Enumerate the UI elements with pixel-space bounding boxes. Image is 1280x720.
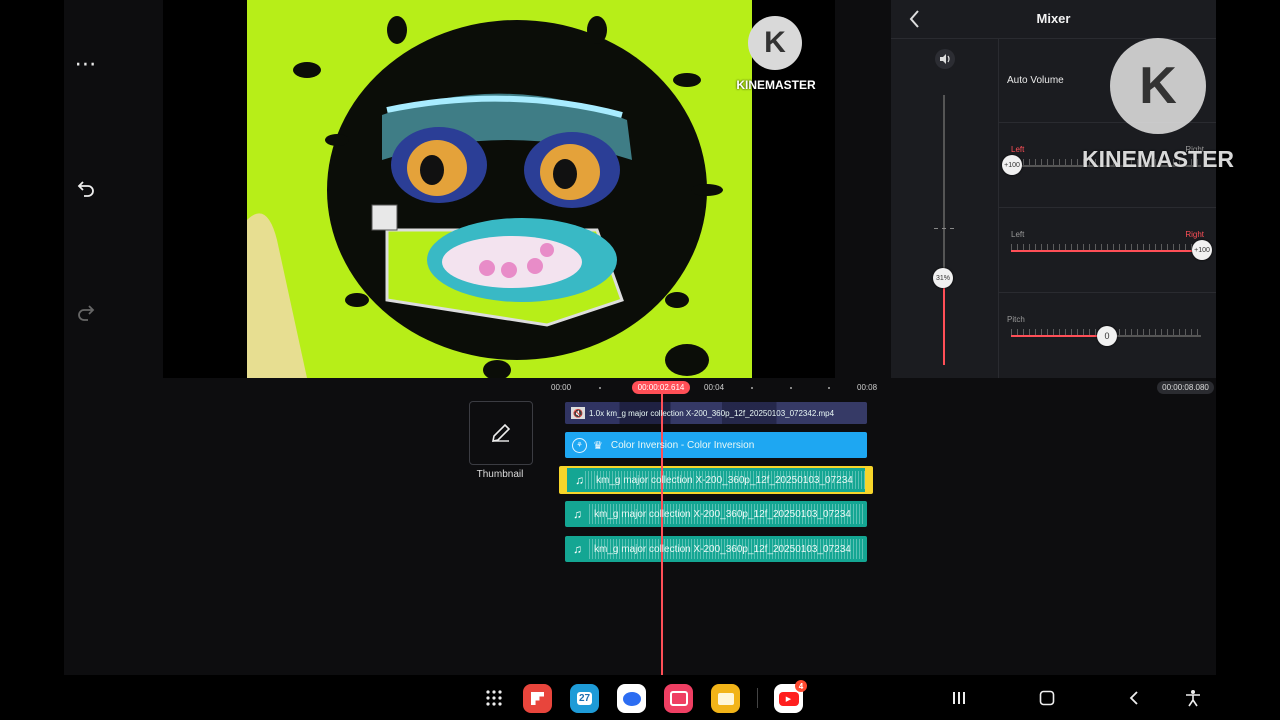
auto-volume-label: Auto Volume: [1007, 75, 1064, 86]
total-duration: 00:00:08.080: [1157, 381, 1214, 394]
accessibility-icon: [1186, 690, 1200, 707]
music-note-icon: ♫: [575, 473, 584, 487]
thumbnail-label: Thumbnail: [476, 469, 524, 480]
undo-button[interactable]: [64, 168, 108, 208]
apps-grid-icon: [486, 690, 502, 706]
effect-track[interactable]: ⚘ ♛ Color Inversion - Color Inversion: [565, 432, 867, 458]
music-note-icon: ♫: [573, 507, 582, 521]
ruler-tick: [599, 387, 601, 389]
pitch-row: Pitch 0: [999, 293, 1216, 378]
premium-crown-icon: ♛: [593, 439, 603, 452]
pan-left-value: +100: [1004, 161, 1020, 169]
pan-left-left-label: Left: [1011, 145, 1025, 154]
pitch-fill: [1011, 335, 1106, 337]
files-app[interactable]: [711, 684, 740, 713]
pitch-knob[interactable]: 0: [1097, 326, 1117, 346]
audio-track[interactable]: ♫ km_g major collection X-200_360p_12f_2…: [565, 501, 867, 527]
mixer-title: Mixer: [1036, 11, 1071, 26]
watermark-logo-letter: K: [764, 26, 786, 59]
pan-right-value: +100: [1194, 246, 1210, 254]
notification-badge: 4: [795, 680, 807, 692]
recents-icon: [953, 692, 965, 704]
volume-slider[interactable]: 31%: [933, 95, 954, 365]
playhead[interactable]: [661, 394, 663, 675]
redo-icon: [78, 305, 95, 321]
home-icon: [1039, 690, 1055, 706]
audio-track[interactable]: ♫ km_g major collection X-200_360p_12f_2…: [565, 536, 867, 562]
calendar-app[interactable]: 27: [570, 684, 599, 713]
pan-right-fill: [1011, 250, 1201, 252]
video-clip-track[interactable]: 🔇 1.0x km_g major collection X-200_360p_…: [565, 402, 867, 424]
trim-handle-left[interactable]: [561, 468, 567, 492]
pan-right-left-label: Left: [1011, 230, 1025, 239]
video-preview[interactable]: [247, 0, 752, 378]
kinemaster-watermark: K KINEMASTER: [1072, 36, 1244, 180]
ruler-tick: [828, 387, 830, 389]
youtube-app[interactable]: ▶ 4: [774, 680, 807, 713]
mixer-header: Mixer: [891, 0, 1216, 39]
thumbnail-button[interactable]: [469, 401, 533, 465]
watermark-text-large: KINEMASTER: [1081, 146, 1235, 172]
recents-button[interactable]: [946, 686, 972, 710]
calendar-icon: 27: [576, 692, 593, 705]
ruler-label-4: 00:04: [704, 383, 725, 392]
pan-left-knob[interactable]: +100: [1002, 155, 1022, 175]
audio-track-label: km_g major collection X-200_360p_12f_202…: [594, 543, 851, 555]
files-icon: [717, 692, 734, 705]
camera-icon: [669, 691, 688, 706]
back-button[interactable]: [1121, 686, 1147, 710]
taskbar-divider: [757, 688, 758, 708]
pencil-icon: [491, 423, 511, 443]
more-button[interactable]: ⋯: [64, 44, 108, 84]
mute-icon: 🔇: [571, 407, 585, 419]
watermark-text: KINEMASTER: [736, 78, 816, 92]
home-button[interactable]: [1034, 686, 1060, 710]
volume-knob[interactable]: 31%: [933, 268, 953, 289]
speaker-icon: [935, 49, 955, 69]
pitch-label: Pitch: [1007, 315, 1025, 324]
pitch-value: 0: [1104, 331, 1110, 341]
flipboard-icon: [531, 692, 544, 705]
camera-app[interactable]: [664, 684, 693, 713]
ruler-tick: [790, 387, 792, 389]
playhead-time: 00:00:02.614: [632, 381, 690, 394]
back-icon: [1129, 691, 1138, 705]
music-note-icon: ♫: [573, 542, 582, 556]
pan-right-knob[interactable]: +100: [1192, 240, 1212, 260]
messages-icon: [622, 691, 641, 706]
video-frame-image: [247, 0, 752, 378]
accessibility-button[interactable]: [1180, 686, 1206, 710]
volume-value: 31%: [935, 274, 950, 282]
youtube-icon: ▶: [778, 691, 799, 706]
ruler-label-8: 00:08: [857, 383, 878, 392]
watermark-logo-letter-large: K: [1139, 57, 1177, 115]
audio-track-label: km_g major collection X-200_360p_12f_202…: [596, 474, 853, 486]
undo-icon: [77, 181, 94, 197]
ruler-label-0: 00:00: [551, 383, 572, 392]
pan-right-row: Left Right +100: [999, 208, 1216, 293]
effect-icon: ⚘: [572, 437, 587, 453]
pan-right-right-label: Right: [1185, 230, 1204, 239]
audio-track-label: km_g major collection X-200_360p_12f_202…: [594, 508, 851, 520]
video-clip-label: 1.0x km_g major collection X-200_360p_12…: [589, 408, 835, 418]
ruler-tick: [751, 387, 753, 389]
audio-track-selected[interactable]: ♫ km_g major collection X-200_360p_12f_2…: [559, 466, 873, 494]
redo-button[interactable]: [64, 292, 108, 332]
messages-app[interactable]: [617, 684, 646, 713]
preview-watermark: K KINEMASTER: [728, 10, 824, 94]
effect-label: Color Inversion - Color Inversion: [610, 439, 755, 451]
more-horizontal-icon: ⋯: [74, 51, 98, 76]
volume-unity-mark: [934, 228, 954, 229]
volume-fill: [943, 278, 945, 365]
flipboard-app[interactable]: [523, 684, 552, 713]
apps-grid-button[interactable]: [481, 686, 507, 710]
volume-mute-button[interactable]: [934, 49, 956, 69]
